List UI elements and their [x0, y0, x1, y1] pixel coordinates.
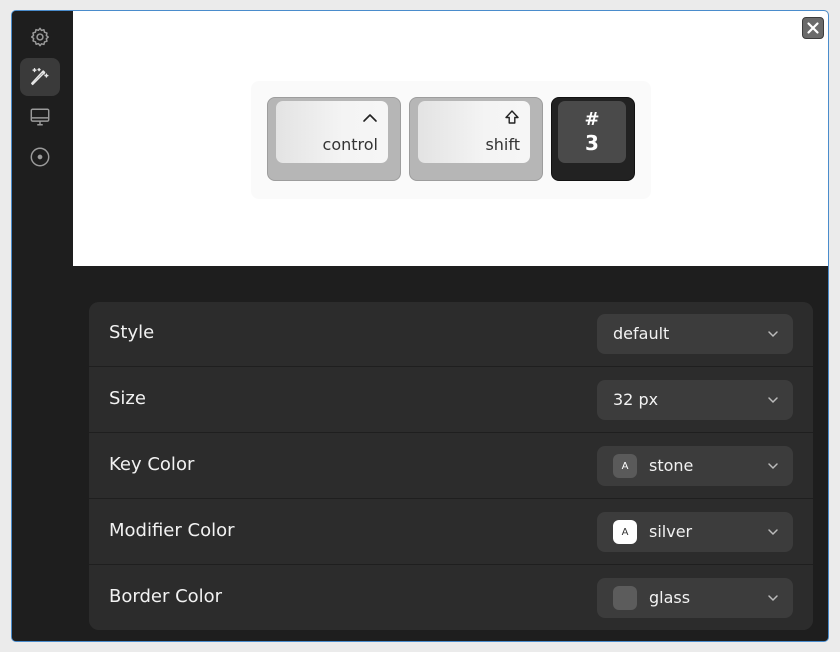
size-dropdown[interactable]: 32 px [597, 380, 793, 420]
style-dropdown[interactable]: default [597, 314, 793, 354]
disc-icon [30, 147, 50, 167]
dropdown-value: glass [649, 588, 691, 607]
key-cap: shift [418, 101, 530, 163]
chevron-down-icon [768, 529, 778, 536]
color-swatch: A [613, 520, 637, 544]
setting-label: Border Color [109, 586, 223, 607]
setting-row-style: Style default [89, 302, 813, 367]
magic-wand-icon [31, 68, 49, 86]
border-color-dropdown[interactable]: glass [597, 578, 793, 618]
chevron-down-icon [768, 463, 778, 470]
setting-label: Size [109, 388, 146, 409]
sidebar-item-recording[interactable] [20, 138, 60, 176]
chevron-down-icon [768, 331, 778, 338]
caret-up-icon [362, 109, 378, 128]
control-key: control [267, 97, 401, 181]
key-color-dropdown[interactable]: A stone [597, 446, 793, 486]
shift-key: shift [409, 97, 543, 181]
close-icon [807, 22, 819, 34]
key-shift-symbol: # [584, 109, 600, 130]
key-label: shift [485, 135, 520, 154]
setting-label: Style [109, 322, 155, 343]
setting-row-key-color: Key Color A stone [89, 434, 813, 499]
three-key: # 3 [551, 97, 635, 181]
sidebar-item-general[interactable] [20, 18, 60, 56]
sidebar-item-appearance[interactable] [20, 58, 60, 96]
dropdown-value: 32 px [613, 390, 659, 409]
app-window: control shift # 3 Style default Size 32 … [11, 10, 829, 642]
dropdown-value: silver [649, 522, 693, 541]
key-cap: control [276, 101, 388, 163]
color-swatch: A [613, 454, 637, 478]
chevron-down-icon [768, 397, 778, 404]
sidebar [12, 11, 72, 641]
keys-preview: control shift # 3 [251, 81, 651, 199]
gear-icon [30, 27, 49, 47]
key-main-symbol: 3 [585, 131, 599, 155]
setting-row-size: Size 32 px [89, 368, 813, 433]
setting-label: Modifier Color [109, 520, 235, 541]
key-cap: # 3 [558, 101, 626, 163]
modifier-color-dropdown[interactable]: A silver [597, 512, 793, 552]
setting-row-modifier-color: Modifier Color A silver [89, 500, 813, 565]
close-button[interactable] [802, 17, 824, 39]
chevron-down-icon [768, 595, 778, 602]
key-label: control [322, 135, 378, 154]
monitor-icon [30, 108, 50, 126]
setting-label: Key Color [109, 454, 195, 475]
setting-row-border-color: Border Color glass [89, 566, 813, 630]
settings-area: Style default Size 32 px Key Color A sto… [73, 266, 828, 641]
dropdown-value: default [613, 324, 670, 343]
color-swatch [613, 586, 637, 610]
sidebar-item-display[interactable] [20, 98, 60, 136]
settings-panel: Style default Size 32 px Key Color A sto… [89, 302, 813, 630]
shift-arrow-icon [504, 109, 520, 129]
keystroke-preview: control shift # 3 [73, 11, 828, 266]
dropdown-value: stone [649, 456, 694, 475]
